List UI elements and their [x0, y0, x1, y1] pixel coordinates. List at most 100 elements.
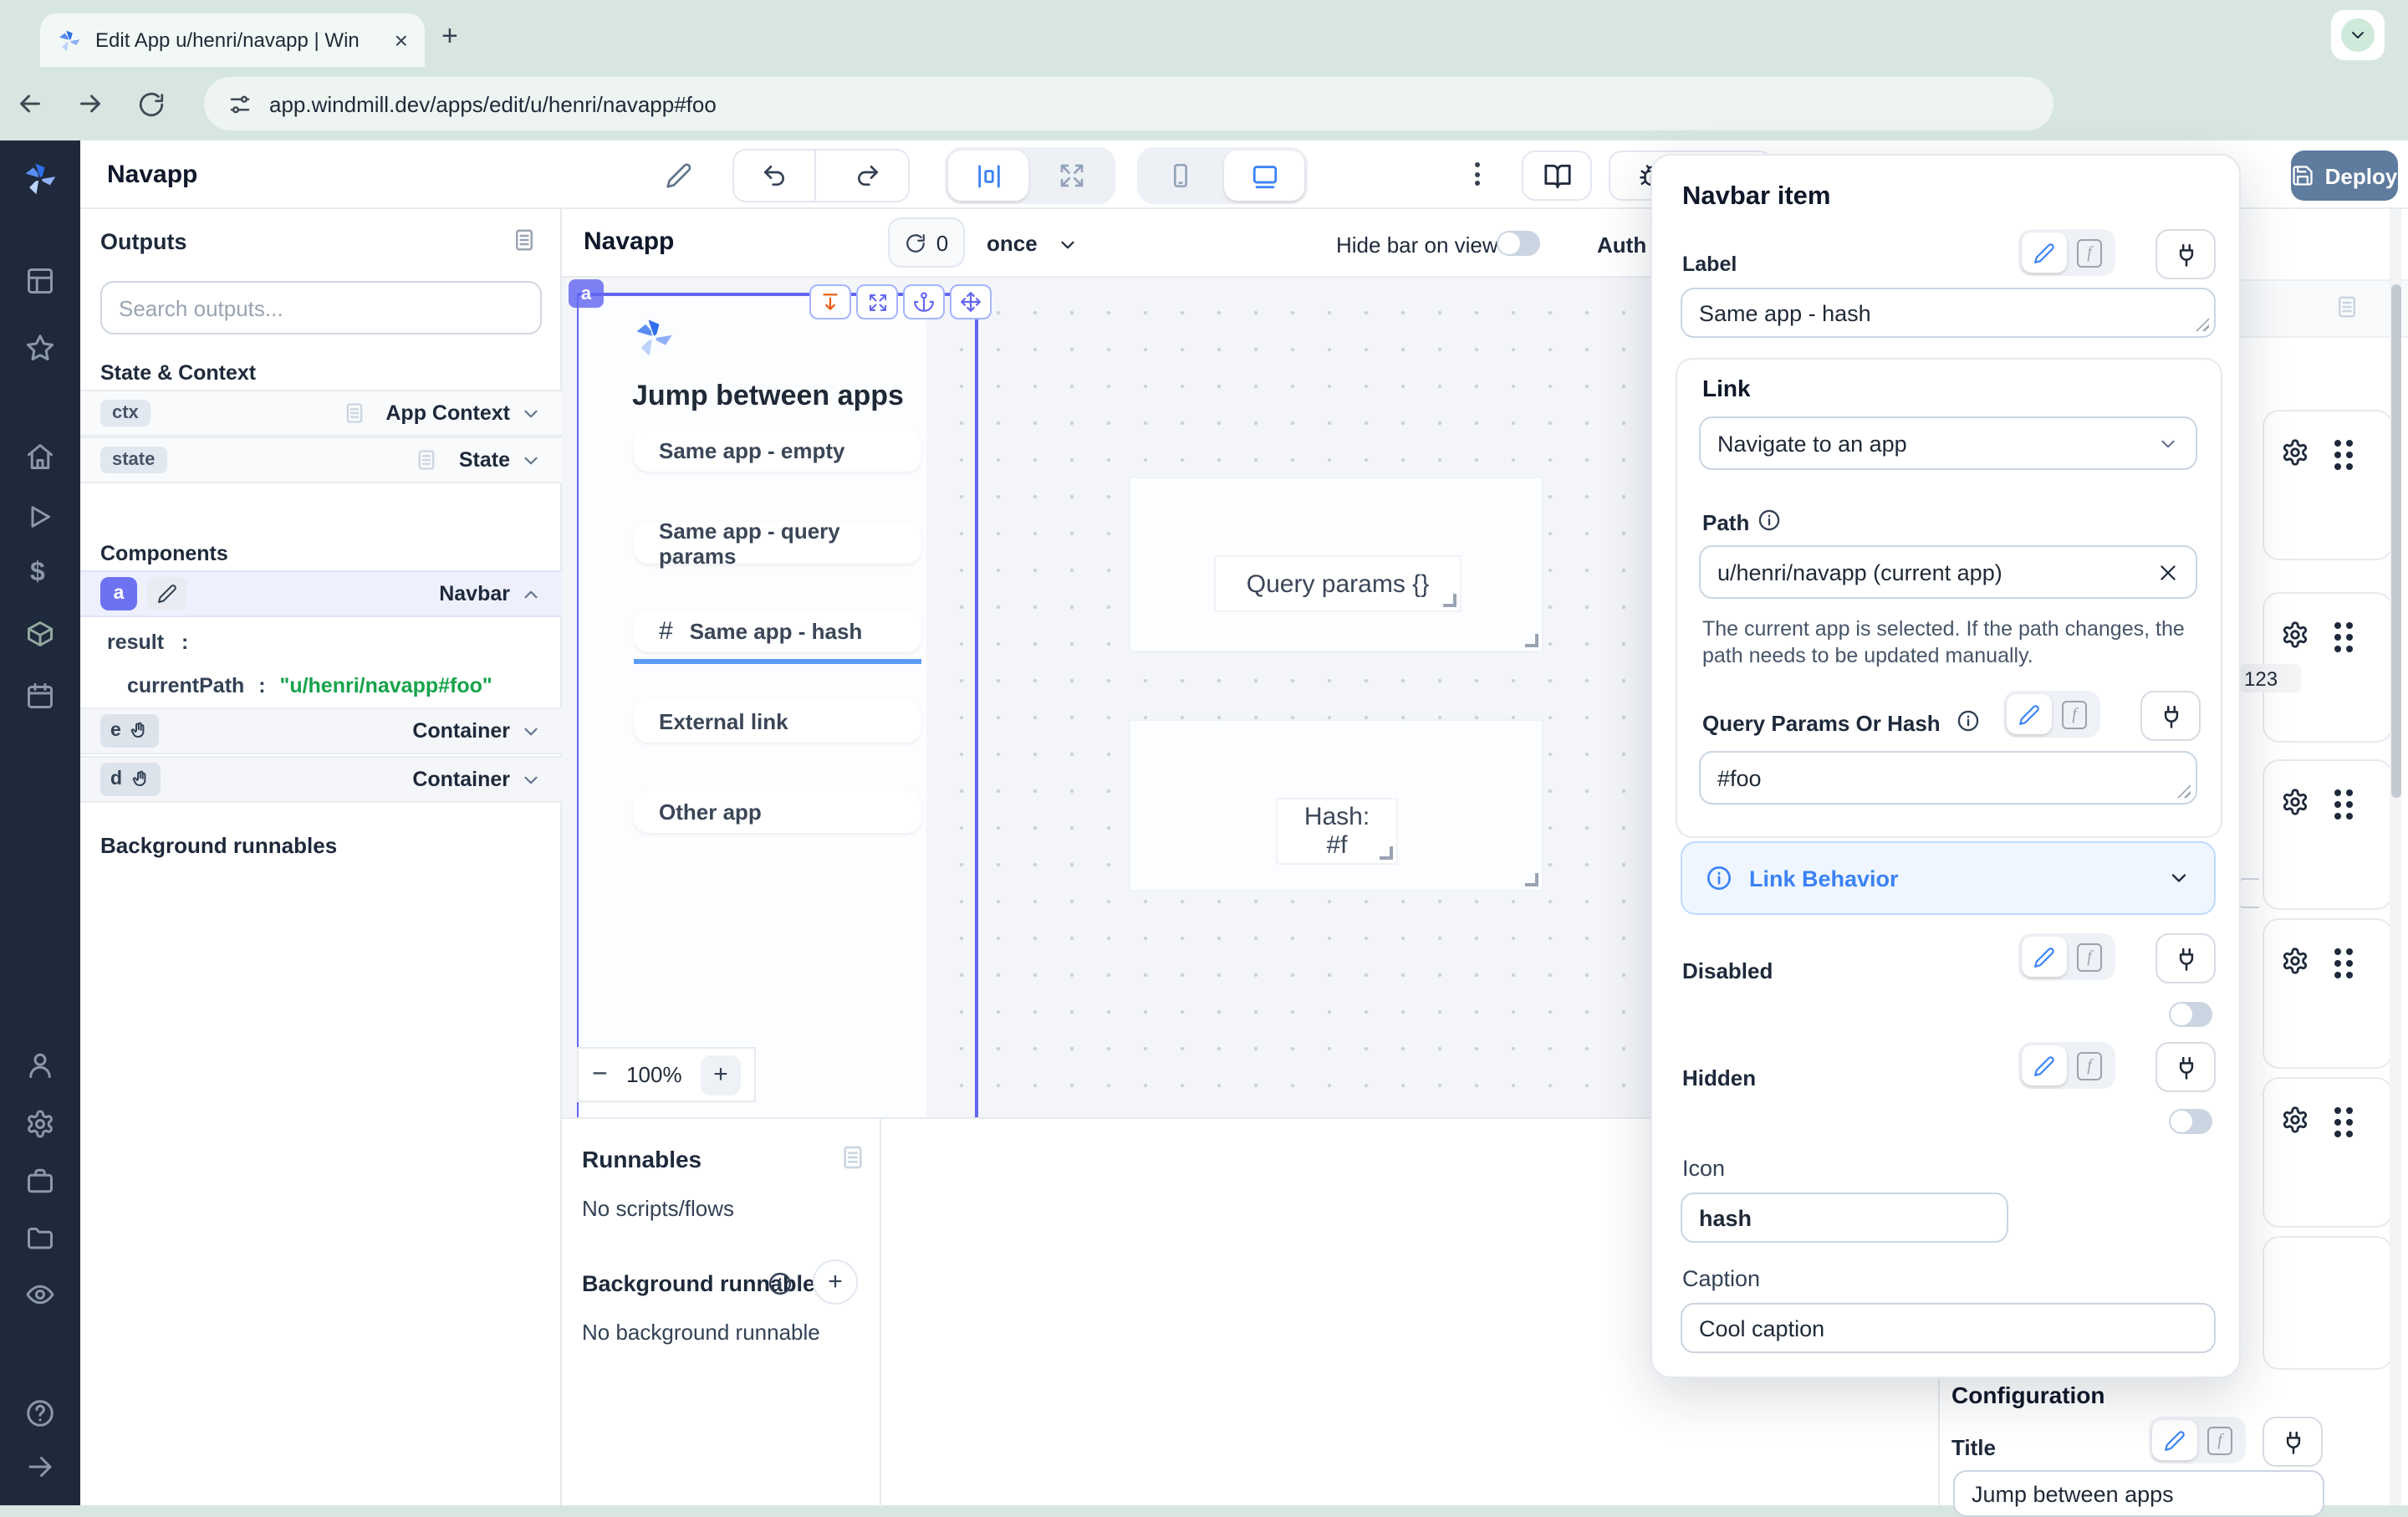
sidebar-item-variables-icon[interactable]: $: [30, 559, 45, 589]
link-behavior-collapsible[interactable]: Link Behavior: [1681, 841, 2216, 915]
fx-mode-button[interactable]: f: [2197, 1420, 2242, 1460]
run-mode-select[interactable]: once: [987, 231, 1038, 256]
undo-button[interactable]: [734, 151, 816, 201]
query-params-container[interactable]: Query params {}: [1129, 477, 1543, 652]
runnables-doc-icon[interactable]: [839, 1144, 866, 1171]
fx-mode-button[interactable]: f: [2052, 694, 2097, 734]
sidebar-item-audit-icon[interactable]: [25, 1279, 55, 1310]
tab-close-icon[interactable]: ×: [395, 27, 408, 54]
component-card[interactable]: [2263, 1236, 2393, 1370]
component-card[interactable]: 123: [2263, 592, 2393, 743]
disabled-toggle[interactable]: [2169, 1002, 2212, 1027]
search-outputs-input[interactable]: [100, 281, 542, 335]
deploy-button[interactable]: Deploy: [2291, 151, 2398, 201]
fx-mode-button[interactable]: f: [2067, 232, 2112, 273]
nav-item-same-app-empty[interactable]: Same app - empty: [634, 430, 921, 472]
sidebar-item-runs-icon[interactable]: [25, 502, 55, 532]
component-card[interactable]: [2263, 918, 2393, 1069]
gear-icon[interactable]: [2281, 621, 2309, 649]
drag-handle-icon[interactable]: [2334, 622, 2353, 652]
static-mode-button[interactable]: [2022, 1045, 2067, 1085]
sidebar-collapse-icon[interactable]: [25, 1452, 55, 1482]
component-row-container-d[interactable]: d Container: [80, 756, 562, 803]
connect-plug-button[interactable]: [2263, 1417, 2323, 1467]
sidebar-item-home-icon[interactable]: [25, 442, 55, 472]
tune-icon[interactable]: [227, 91, 253, 116]
browser-chevron-button[interactable]: [2331, 10, 2385, 60]
hidden-toggle[interactable]: [2169, 1109, 2212, 1134]
component-row-navbar[interactable]: a Navbar: [80, 570, 562, 617]
hash-container[interactable]: Hash: #f: [1129, 719, 1543, 891]
doc-icon[interactable]: [2334, 294, 2360, 319]
connect-plug-button[interactable]: [2155, 1042, 2216, 1092]
edit-title-pencil-icon[interactable]: [666, 162, 692, 189]
chevron-down-icon[interactable]: [1057, 234, 1079, 256]
component-row-container-e[interactable]: e Container: [80, 707, 562, 754]
sidebar-help-icon[interactable]: [25, 1398, 55, 1428]
caption-input[interactable]: Cool caption: [1681, 1303, 2216, 1353]
nav-item-external-link[interactable]: External link: [634, 701, 921, 743]
scrollbar-thumb[interactable]: [2390, 284, 2400, 798]
sidebar-item-schedules-icon[interactable]: [25, 681, 55, 711]
resize-handle[interactable]: [1380, 846, 1393, 860]
drag-handle-icon[interactable]: [2334, 1107, 2353, 1137]
redo-button[interactable]: [828, 151, 908, 201]
ctx-row[interactable]: ctx App Context: [80, 390, 562, 437]
back-icon[interactable]: [0, 89, 60, 119]
component-card[interactable]: [2263, 759, 2393, 910]
centered-layout-button[interactable]: [948, 151, 1028, 201]
sidebar-item-workers-icon[interactable]: [25, 1166, 55, 1196]
zoom-in-button[interactable]: +: [701, 1055, 741, 1095]
chevron-up-icon[interactable]: [520, 583, 542, 605]
title-input[interactable]: Jump between apps: [1953, 1470, 2324, 1517]
resize-handle[interactable]: [2196, 318, 2209, 331]
component-card[interactable]: [2263, 410, 2393, 560]
query-params-text-box[interactable]: Query params {}: [1214, 555, 1462, 612]
more-menu-icon[interactable]: [1475, 162, 1480, 186]
drag-handle-icon[interactable]: [2334, 948, 2353, 978]
fx-mode-button[interactable]: f: [2067, 1045, 2112, 1085]
static-mode-button[interactable]: [2152, 1420, 2197, 1460]
gear-icon[interactable]: [2281, 1106, 2309, 1134]
hash-text-box[interactable]: Hash: #f: [1276, 798, 1398, 865]
clipped-number-input[interactable]: 123: [2241, 664, 2301, 692]
drag-handle-icon[interactable]: [2334, 789, 2353, 820]
static-mode-button[interactable]: [2022, 937, 2067, 977]
connect-plug-button[interactable]: [2140, 691, 2201, 741]
add-background-runnable-button[interactable]: +: [813, 1259, 858, 1305]
clear-x-icon[interactable]: [2157, 561, 2179, 583]
query-params-input[interactable]: #foo: [1699, 751, 2197, 804]
sidebar-item-settings-icon[interactable]: [25, 1109, 55, 1139]
hide-bar-toggle[interactable]: [1497, 231, 1540, 256]
sidebar-item-apps-icon[interactable]: [25, 266, 55, 296]
static-mode-button[interactable]: [2007, 694, 2052, 734]
nav-item-other-app[interactable]: Other app: [634, 791, 921, 833]
sidebar-item-folders-icon[interactable]: [25, 1223, 55, 1253]
browser-tab[interactable]: Edit App u/henri/navapp | Win ×: [40, 13, 425, 67]
connect-plug-button[interactable]: [2155, 229, 2216, 279]
move-button[interactable]: [950, 284, 992, 319]
windmill-logo[interactable]: [22, 161, 59, 197]
expand-button[interactable]: [856, 284, 898, 319]
path-input[interactable]: u/henri/navapp (current app): [1699, 545, 2197, 599]
nav-item-same-app-hash[interactable]: # Same app - hash: [634, 610, 921, 652]
forward-icon[interactable]: [60, 89, 120, 119]
sidebar-item-resources-icon[interactable]: [25, 619, 55, 649]
url-bar[interactable]: app.windmill.dev/apps/edit/u/henri/navap…: [204, 77, 2053, 130]
gear-icon[interactable]: [2281, 788, 2309, 816]
link-type-select[interactable]: Navigate to an app: [1699, 416, 2197, 470]
desktop-view-button[interactable]: [1224, 151, 1304, 201]
resize-handle[interactable]: [1525, 873, 1538, 886]
resize-handle[interactable]: [2177, 784, 2191, 798]
resize-handle[interactable]: [1525, 634, 1538, 647]
connect-plug-button[interactable]: [2155, 933, 2216, 983]
chevron-down-icon[interactable]: [520, 720, 542, 742]
fullscreen-layout-button[interactable]: [1032, 151, 1112, 201]
refresh-count-button[interactable]: 0: [888, 217, 965, 268]
outputs-doc-icon[interactable]: [512, 227, 537, 253]
icon-input[interactable]: hash: [1681, 1193, 2008, 1243]
component-id-tag[interactable]: a: [569, 279, 604, 308]
state-row[interactable]: state State: [80, 437, 562, 483]
fx-mode-button[interactable]: f: [2067, 937, 2112, 977]
drag-handle-icon[interactable]: [2334, 440, 2353, 470]
